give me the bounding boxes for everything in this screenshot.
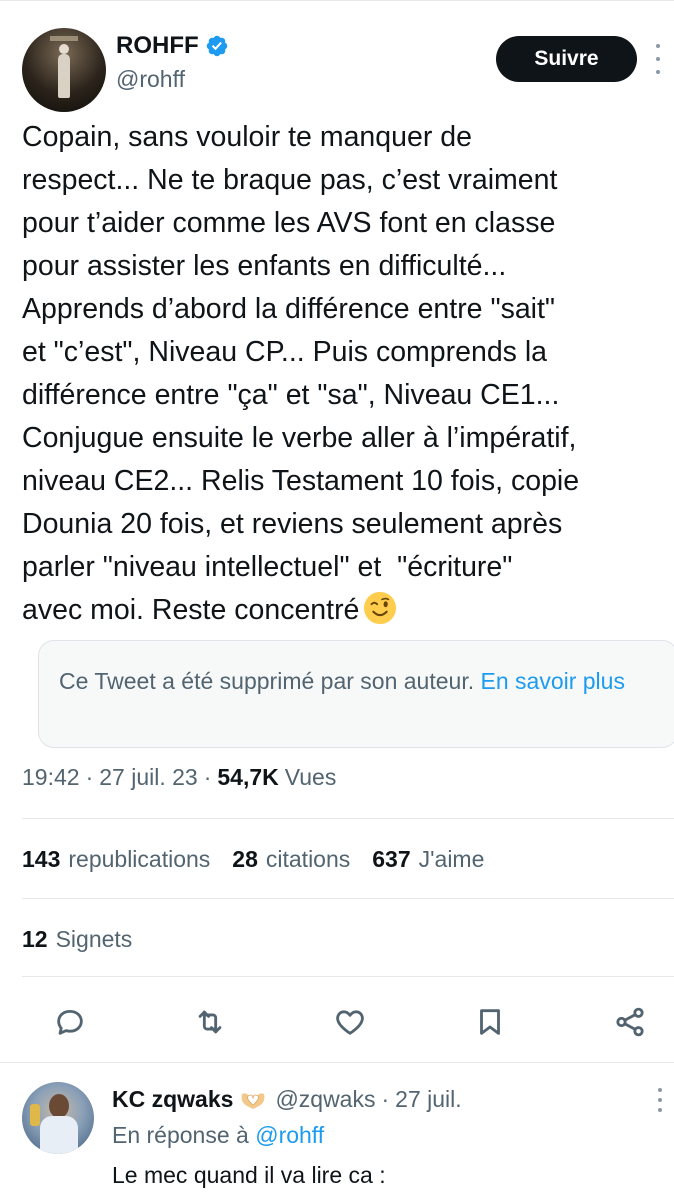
meta-separator: · <box>85 764 94 790</box>
reply-tweet[interactable]: KC zqwaks @zqwaks · 27 juil. En réponse … <box>0 1078 674 1200</box>
retweet-icon[interactable] <box>190 1002 230 1042</box>
reply-to-prefix: En réponse à <box>112 1122 249 1148</box>
tweet-text: Copain, sans vouloir te manquer de respe… <box>22 116 672 632</box>
author-display-name[interactable]: ROHFF <box>116 32 199 60</box>
action-bar <box>0 990 674 1050</box>
reply-handle[interactable]: @zqwaks <box>275 1086 375 1113</box>
likes-stat[interactable]: 637 J'aime <box>372 846 484 873</box>
reply-more-options-icon[interactable] <box>658 1088 666 1112</box>
reply-separator: · <box>381 1086 390 1112</box>
learn-more-link[interactable]: En savoir plus <box>481 668 625 694</box>
views-label: Vues <box>284 764 337 790</box>
quotes-label: citations <box>265 846 351 872</box>
engagement-stats: 143 republications 28 citations 637 J'ai… <box>22 846 506 873</box>
likes-label: J'aime <box>418 846 485 872</box>
bookmarks-stats: 12 Signets <box>22 926 154 953</box>
share-icon[interactable] <box>610 1002 650 1042</box>
bookmark-icon[interactable] <box>470 1002 510 1042</box>
verified-badge-icon <box>206 35 227 57</box>
follow-button[interactable]: Suivre <box>496 36 637 82</box>
reply-icon[interactable] <box>50 1002 90 1042</box>
author-name-row: ROHFF <box>116 32 229 60</box>
reposts-count: 143 <box>22 846 61 872</box>
bookmarks-stat[interactable]: 12 Signets <box>22 926 132 953</box>
reply-display-name[interactable]: KC zqwaks <box>112 1086 233 1113</box>
tweet-text-body: Copain, sans vouloir te manquer de respe… <box>22 121 580 626</box>
top-border <box>0 0 674 1</box>
author-handle[interactable]: @rohff <box>116 66 185 93</box>
quoted-tweet-unavailable: Ce Tweet a été supprimé par son auteur. … <box>38 640 674 748</box>
views-count: 54,7K <box>217 764 279 790</box>
likes-count: 637 <box>372 846 411 872</box>
quoted-deleted-text: Ce Tweet a été supprimé par son auteur. <box>59 668 475 694</box>
reply-to-mention[interactable]: @rohff <box>255 1122 324 1148</box>
tweet-header: ROHFF @rohff Suivre <box>0 22 674 112</box>
quotes-count: 28 <box>232 846 258 872</box>
tweet-meta: 19:42 · 27 juil. 23 · 54,7K Vues <box>22 764 336 791</box>
more-options-icon[interactable] <box>654 44 662 74</box>
meta-separator: · <box>203 764 212 790</box>
divider <box>22 818 674 819</box>
bookmarks-count: 12 <box>22 926 48 952</box>
tweet-time[interactable]: 19:42 <box>22 764 80 791</box>
reply-date[interactable]: 27 juil. <box>395 1086 461 1113</box>
heart-hands-emoji-icon <box>241 1093 265 1109</box>
reply-name-row: KC zqwaks @zqwaks · 27 juil. <box>112 1086 462 1113</box>
reply-context: En réponse à @rohff <box>112 1122 324 1149</box>
author-avatar[interactable] <box>22 28 106 112</box>
divider <box>22 898 674 899</box>
tweet-date[interactable]: 27 juil. 23 <box>99 764 197 791</box>
divider <box>0 1062 674 1063</box>
divider <box>22 976 674 977</box>
reposts-stat[interactable]: 143 republications <box>22 846 210 873</box>
quoted-tweet-message: Ce Tweet a été supprimé par son auteur. … <box>59 663 639 699</box>
winking-face-emoji-icon <box>364 591 397 625</box>
like-icon[interactable] <box>330 1002 370 1042</box>
reply-author-avatar[interactable] <box>22 1082 94 1154</box>
reposts-label: republications <box>68 846 211 872</box>
bookmarks-label: Signets <box>55 926 133 952</box>
quotes-stat[interactable]: 28 citations <box>232 846 350 873</box>
reply-text: Le mec quand il va lire ca : <box>112 1162 386 1188</box>
